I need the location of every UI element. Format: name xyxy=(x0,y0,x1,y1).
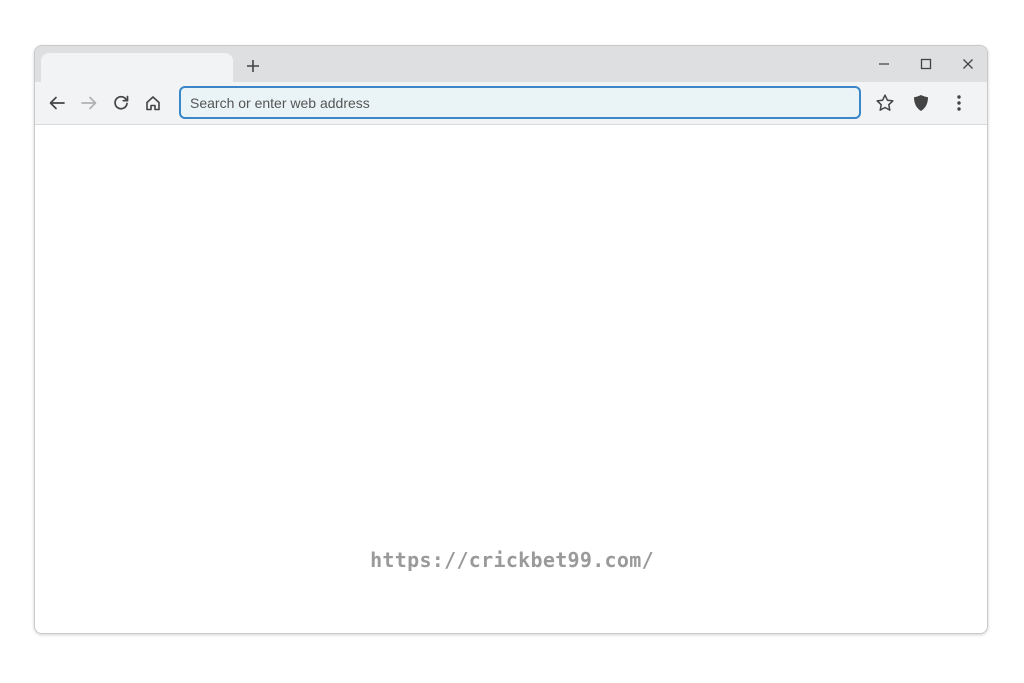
active-tab[interactable] xyxy=(41,53,233,82)
forward-arrow-icon xyxy=(80,94,98,112)
minimize-button[interactable] xyxy=(871,52,897,76)
browser-window xyxy=(34,45,988,634)
maximize-icon xyxy=(920,58,932,70)
menu-button[interactable] xyxy=(947,91,971,115)
home-icon xyxy=(144,94,162,112)
minimize-icon xyxy=(878,58,890,70)
toolbar xyxy=(35,82,987,125)
close-window-button[interactable] xyxy=(955,52,981,76)
shield-icon xyxy=(911,93,931,113)
reload-icon xyxy=(112,94,130,112)
reload-button[interactable] xyxy=(109,91,133,115)
shield-button[interactable] xyxy=(909,91,933,115)
address-bar[interactable] xyxy=(179,86,861,119)
more-vertical-icon xyxy=(955,94,963,112)
close-icon xyxy=(962,58,974,70)
tab-strip xyxy=(35,46,987,82)
maximize-button[interactable] xyxy=(913,52,939,76)
address-input[interactable] xyxy=(181,88,859,117)
forward-button[interactable] xyxy=(77,91,101,115)
star-icon xyxy=(875,93,895,113)
new-tab-button[interactable] xyxy=(241,54,265,78)
bookmark-button[interactable] xyxy=(873,91,897,115)
back-button[interactable] xyxy=(45,91,69,115)
watermark-url: https://crickbet99.com/ xyxy=(370,548,654,572)
back-arrow-icon xyxy=(48,94,66,112)
plus-icon xyxy=(246,59,260,73)
home-button[interactable] xyxy=(141,91,165,115)
